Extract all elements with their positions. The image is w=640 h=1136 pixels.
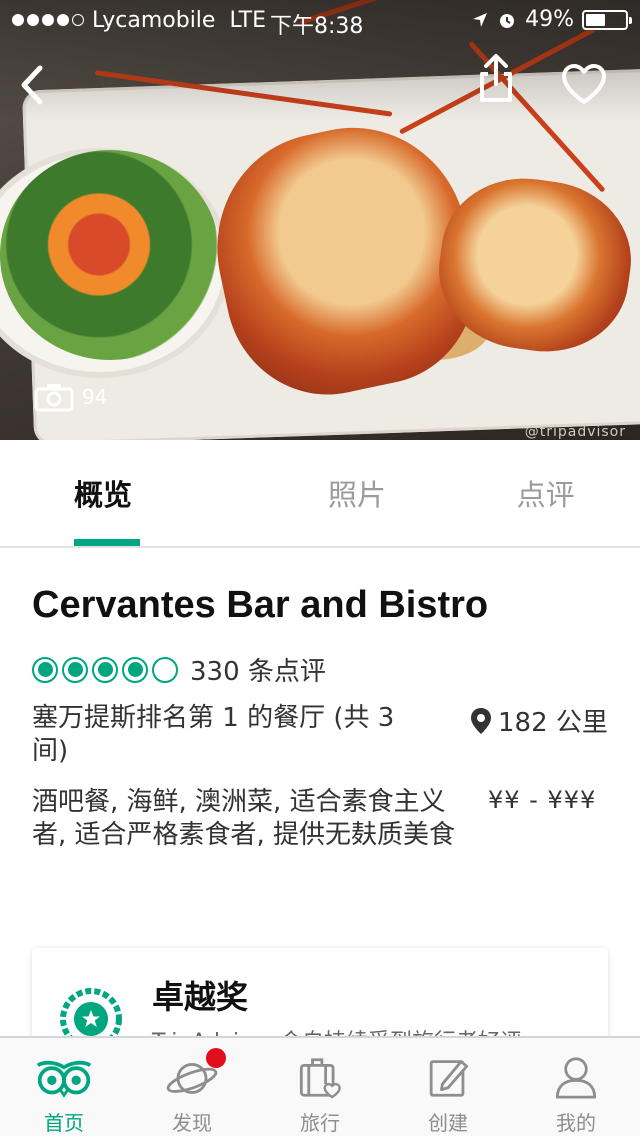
location-arrow-icon — [473, 12, 488, 27]
nav-label: 首页 — [44, 1111, 84, 1135]
map-pin-icon — [471, 707, 491, 734]
tab-overview[interactable]: 概览 — [0, 440, 263, 546]
status-bar: Lycamobile LTE 下午8:38 49% — [0, 0, 640, 40]
person-icon — [555, 1057, 597, 1099]
award-title: 卓越奖 — [152, 978, 249, 1016]
tab-reviews[interactable]: 点评 — [451, 440, 640, 546]
nav-label: 旅行 — [300, 1111, 340, 1135]
rating-bubble-icon — [152, 656, 178, 683]
camera-icon — [34, 384, 74, 412]
nav-profile[interactable]: 我的 — [512, 1038, 640, 1136]
clock: 下午8:38 — [270, 14, 364, 39]
nav-label: 创建 — [428, 1111, 468, 1135]
restaurant-name: Cervantes Bar and Bistro — [32, 584, 489, 626]
nav-discover[interactable]: 发现 — [128, 1038, 256, 1136]
restaurant-detail-screen: @tripadvisor Lycamobile LTE 下午8:38 49% 9… — [0, 0, 640, 1136]
photo-count[interactable]: 94 — [34, 382, 107, 412]
hero-photo[interactable]: @tripadvisor Lycamobile LTE 下午8:38 49% 9… — [0, 0, 640, 440]
tab-photos[interactable]: 照片 — [263, 440, 452, 546]
network-type: LTE — [229, 7, 267, 33]
share-button[interactable] — [474, 52, 518, 104]
rating-bubble-icon — [92, 656, 118, 683]
tab-label: 概览 — [74, 478, 133, 512]
bottom-nav-bar: 首页 发现 旅行 创建 我的 — [0, 1036, 640, 1136]
rating-row[interactable]: 330 条点评 — [32, 651, 326, 688]
signal-strength — [12, 14, 84, 26]
carrier-name: Lycamobile — [92, 7, 216, 33]
rating-bubble-icon — [32, 656, 58, 683]
suitcase-heart-icon — [299, 1058, 341, 1099]
owl-logo-icon — [36, 1060, 92, 1098]
review-count: 330 条点评 — [190, 657, 326, 687]
nav-label: 我的 — [556, 1111, 596, 1135]
photo-watermark: @tripadvisor — [524, 424, 626, 440]
battery-percent: 49% — [525, 7, 574, 32]
back-button[interactable] — [14, 60, 50, 110]
notification-badge — [206, 1048, 226, 1068]
ranking-text: 塞万提斯排名第 1 的餐厅 (共 3 间) — [32, 703, 395, 766]
favorite-heart-button[interactable] — [560, 62, 608, 106]
nav-trips[interactable]: 旅行 — [256, 1038, 384, 1136]
nav-home[interactable]: 首页 — [0, 1038, 128, 1136]
price-range: ¥¥ - ¥¥¥ — [488, 786, 597, 814]
distance[interactable]: 182 公里 — [470, 702, 608, 739]
tab-label: 照片 — [328, 478, 387, 512]
cuisine-list: 酒吧餐, 海鲜, 澳洲菜, 适合素食主义者, 适合严格素食者, 提供无麸质美食 — [32, 787, 456, 850]
active-tab-indicator — [74, 539, 140, 546]
nav-label: 发现 — [172, 1111, 212, 1135]
battery-icon — [582, 9, 632, 30]
compose-icon — [429, 1060, 469, 1097]
nav-create[interactable]: 创建 — [384, 1038, 512, 1136]
distance-value: 182 公里 — [498, 708, 608, 738]
tab-label: 点评 — [516, 478, 575, 512]
rating-bubble-icon — [122, 656, 148, 683]
detail-tabs: 概览 照片 点评 — [0, 440, 640, 548]
alarm-icon — [500, 13, 515, 28]
photo-count-value: 94 — [82, 385, 108, 409]
rating-bubble-icon — [62, 656, 88, 683]
